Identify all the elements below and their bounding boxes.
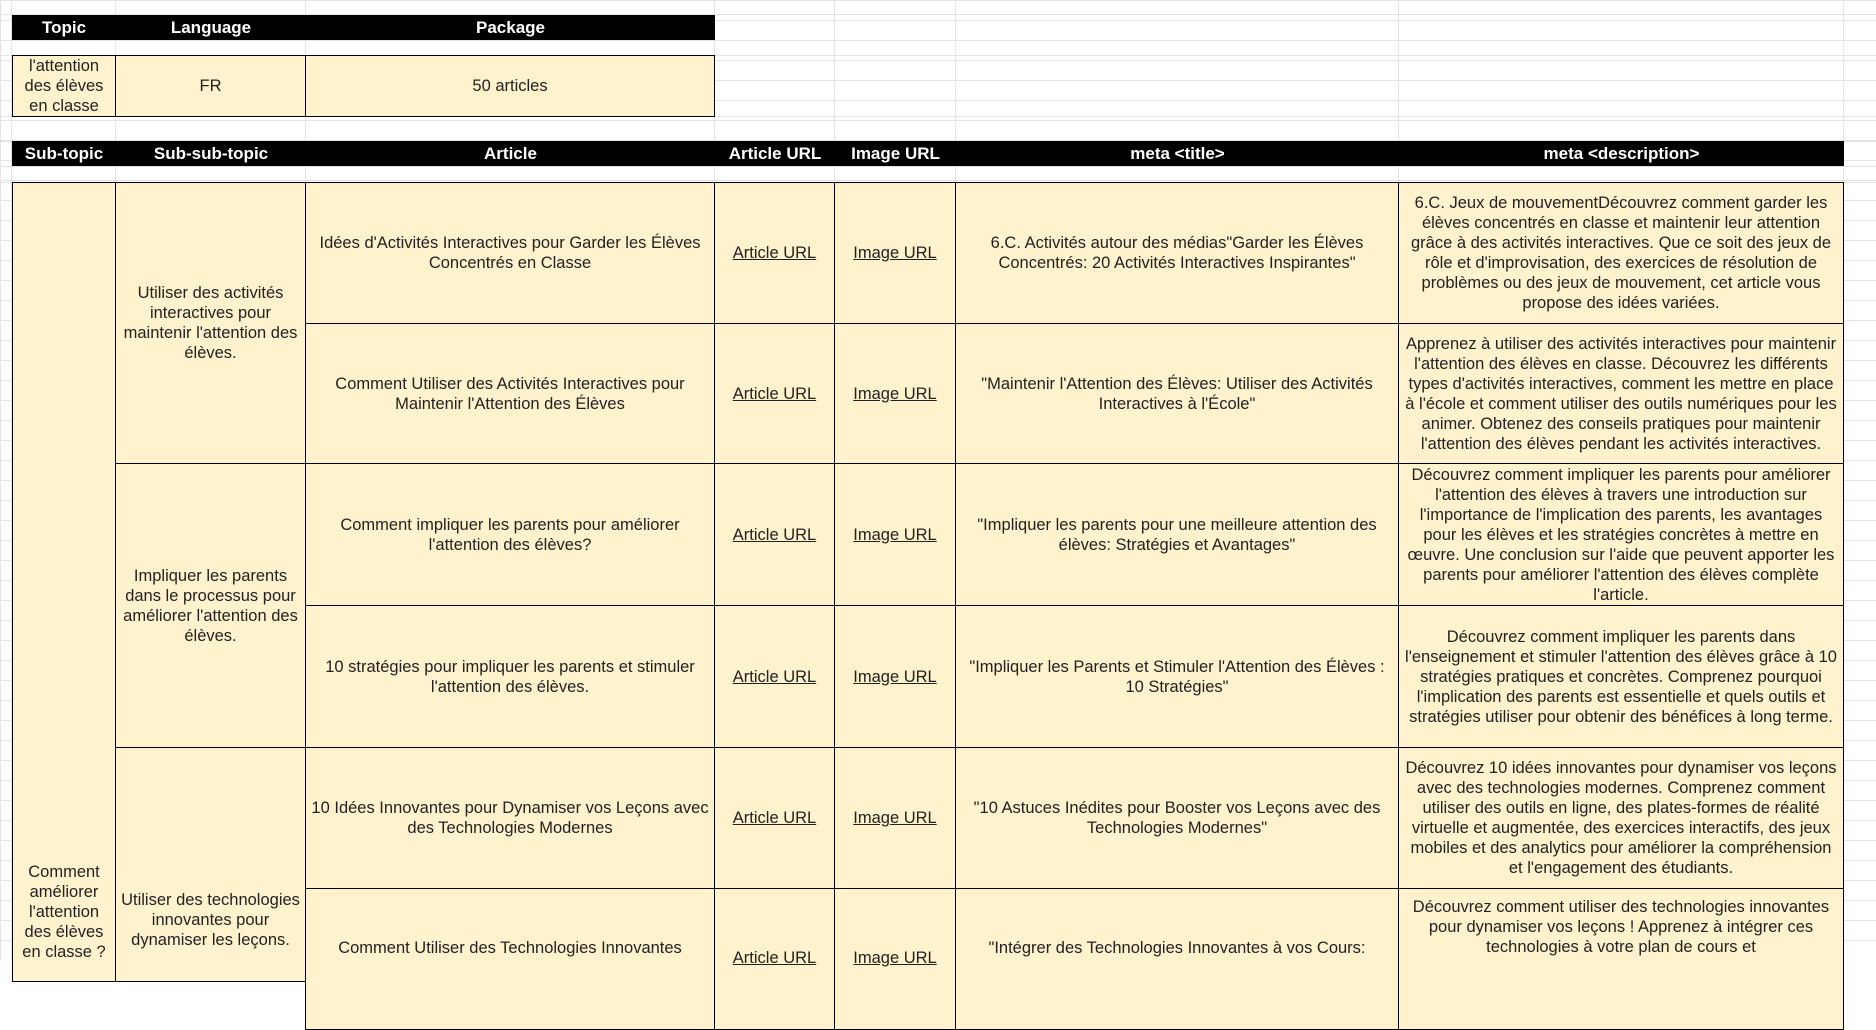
article-url-cell[interactable]: Article URL (714, 747, 835, 889)
meta-title-cell[interactable]: "Intégrer des Technologies Innovantes à … (955, 888, 1399, 1030)
subsubtopic-cell[interactable]: Impliquer les parents dans le processus … (115, 463, 306, 748)
meta-title-cell[interactable]: 6.C. Activités autour des médias"Garder … (955, 182, 1399, 324)
image-url-link[interactable]: Image URL (853, 525, 936, 545)
image-url-link[interactable]: Image URL (853, 667, 936, 687)
image-url-cell[interactable]: Image URL (834, 605, 956, 748)
article-url-link[interactable]: Article URL (733, 667, 816, 687)
header-article[interactable]: Article (306, 141, 715, 166)
article-title-cell[interactable]: Comment Utiliser des Activités Interacti… (305, 323, 715, 464)
image-url-cell[interactable]: Image URL (834, 323, 956, 464)
header-subtopic[interactable]: Sub-topic (12, 141, 116, 166)
article-url-cell[interactable]: Article URL (714, 323, 835, 464)
meta-description-cell[interactable]: Découvrez 10 idées innovantes pour dynam… (1398, 747, 1844, 889)
header-image-url[interactable]: Image URL (835, 141, 956, 166)
meta-description-cell[interactable]: Découvrez comment impliquer les parents … (1398, 463, 1844, 606)
header-meta-title[interactable]: meta <title> (956, 141, 1399, 166)
article-url-link[interactable]: Article URL (733, 948, 816, 968)
meta-description-cell[interactable]: Découvrez comment impliquer les parents … (1398, 605, 1844, 748)
gridline (0, 166, 1876, 167)
article-url-cell[interactable]: Article URL (714, 182, 835, 324)
subsubtopic-cell[interactable]: Utiliser des activités interactives pour… (115, 182, 306, 464)
header-language[interactable]: Language (116, 15, 306, 40)
article-title-cell[interactable]: 10 stratégies pour impliquer les parents… (305, 605, 715, 748)
article-url-cell[interactable]: Article URL (714, 463, 835, 606)
image-url-cell[interactable]: Image URL (834, 888, 956, 1030)
meta-title-cell[interactable]: "Impliquer les parents pour une meilleur… (955, 463, 1399, 606)
header-meta-description[interactable]: meta <description> (1399, 141, 1844, 166)
article-url-cell[interactable]: Article URL (714, 605, 835, 748)
summary-language-cell[interactable]: FR (115, 55, 306, 117)
image-url-cell[interactable]: Image URL (834, 182, 956, 324)
header-package[interactable]: Package (306, 15, 715, 40)
gridline (0, 40, 1876, 41)
article-url-link[interactable]: Article URL (733, 525, 816, 545)
image-url-link[interactable]: Image URL (853, 948, 936, 968)
image-url-link[interactable]: Image URL (853, 243, 936, 263)
article-title-cell[interactable]: Comment impliquer les parents pour améli… (305, 463, 715, 606)
header-topic[interactable]: Topic (12, 15, 116, 40)
summary-package-cell[interactable]: 50 articles (305, 55, 715, 117)
meta-description-cell[interactable]: Apprenez à utiliser des activités intera… (1398, 323, 1844, 464)
article-url-cell[interactable]: Article URL (714, 888, 835, 1030)
article-url-link[interactable]: Article URL (733, 243, 816, 263)
article-url-link[interactable]: Article URL (733, 384, 816, 404)
article-title-cell[interactable]: 10 Idées Innovantes pour Dynamiser vos L… (305, 747, 715, 889)
subsubtopic-cell[interactable]: Utiliser des technologies innovantes pou… (115, 747, 306, 982)
summary-topic-cell[interactable]: l'attention des élèves en classe (12, 55, 116, 117)
image-url-cell[interactable]: Image URL (834, 747, 956, 889)
subtopic-cell[interactable]: Comment améliorer l'attention des élèves… (12, 182, 116, 982)
image-url-cell[interactable]: Image URL (834, 463, 956, 606)
header-article-url[interactable]: Article URL (715, 141, 835, 166)
meta-title-cell[interactable]: "Maintenir l'Attention des Élèves: Utili… (955, 323, 1399, 464)
meta-description-cell[interactable]: 6.C. Jeux de mouvementDécouvrez comment … (1398, 182, 1844, 324)
article-url-link[interactable]: Article URL (733, 808, 816, 828)
article-title-cell[interactable]: Idées d'Activités Interactives pour Gard… (305, 182, 715, 324)
image-url-link[interactable]: Image URL (853, 384, 936, 404)
meta-description-cell[interactable]: Découvrez comment utiliser des technolog… (1398, 888, 1844, 1030)
header-subsubtopic[interactable]: Sub-sub-topic (116, 141, 306, 166)
meta-title-cell[interactable]: "10 Astuces Inédites pour Booster vos Le… (955, 747, 1399, 889)
image-url-link[interactable]: Image URL (853, 808, 936, 828)
article-title-cell[interactable]: Comment Utiliser des Technologies Innova… (305, 888, 715, 1030)
meta-title-cell[interactable]: "Impliquer les Parents et Stimuler l'Att… (955, 605, 1399, 748)
